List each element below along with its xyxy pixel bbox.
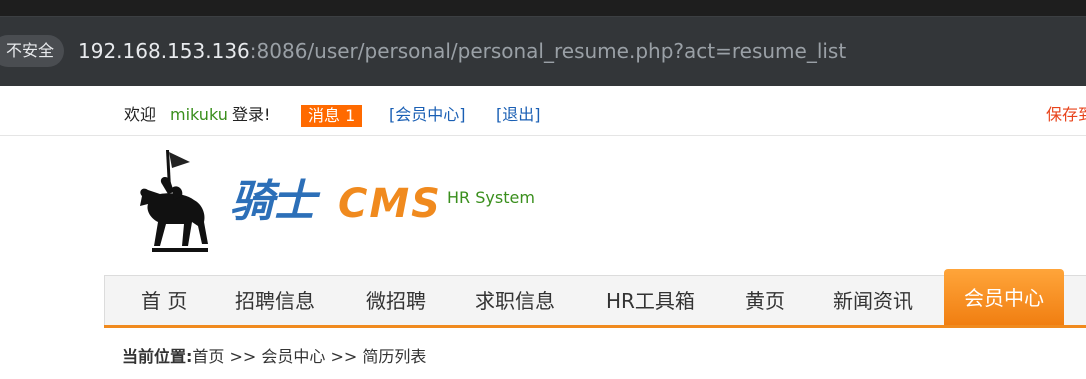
browser-tab-strip xyxy=(0,0,1086,16)
login-text: 登录! xyxy=(232,105,271,124)
browser-address-bar[interactable]: 不安全 192.168.153.136:8086/user/personal/p… xyxy=(0,16,1086,86)
nav-item-jobs[interactable]: 招聘信息 xyxy=(235,289,315,313)
nav-item-yellow-pages[interactable]: 黄页 xyxy=(745,289,785,313)
nav-item-member-center[interactable]: 会员中心 xyxy=(944,269,1064,327)
security-indicator[interactable]: 不安全 xyxy=(0,35,65,67)
security-label: 不安全 xyxy=(6,41,55,60)
nav-item-job-seekers[interactable]: 求职信息 xyxy=(475,289,555,313)
messages-badge[interactable]: 消息 1 xyxy=(301,105,363,127)
breadcrumb-prefix: 当前位置: xyxy=(122,347,193,366)
breadcrumb: 当前位置:首页 >> 会员中心 >> 简历列表 xyxy=(122,346,426,368)
welcome-text: 欢迎 xyxy=(124,105,157,124)
member-center-link[interactable]: [会员中心] xyxy=(389,105,466,125)
save-to-desktop-link[interactable]: 保存到 xyxy=(1046,105,1086,125)
url-text[interactable]: 192.168.153.136:8086/user/personal/perso… xyxy=(78,37,846,65)
url-path: :8086/user/personal/personal_resume.php?… xyxy=(249,39,847,63)
logo-brand-en: CMS xyxy=(338,181,442,227)
breadcrumb-path[interactable]: 首页 >> 会员中心 >> 简历列表 xyxy=(192,347,426,366)
logout-link[interactable]: [退出] xyxy=(496,105,541,125)
main-nav: 首 页 招聘信息 微招聘 求职信息 HR工具箱 黄页 新闻资讯 xyxy=(104,275,1086,325)
url-host: 192.168.153.136 xyxy=(78,39,250,63)
nav-item-news[interactable]: 新闻资讯 xyxy=(833,289,913,313)
username[interactable]: mikuku xyxy=(170,105,228,125)
knight-logo-icon xyxy=(140,150,208,252)
nav-underline xyxy=(104,325,1086,328)
site-top-bar: 欢迎 mikuku 登录! 消息 1 [会员中心] [退出] 保存到 xyxy=(0,86,1086,136)
nav-end-cap xyxy=(1066,275,1086,325)
logo-brand-cn: 骑士 xyxy=(230,176,316,227)
logo-tagline: HR System xyxy=(447,188,535,207)
nav-item-home[interactable]: 首 页 xyxy=(141,289,187,313)
nav-item-hr-tools[interactable]: HR工具箱 xyxy=(606,289,695,313)
nav-item-micro-recruit[interactable]: 微招聘 xyxy=(366,289,426,313)
